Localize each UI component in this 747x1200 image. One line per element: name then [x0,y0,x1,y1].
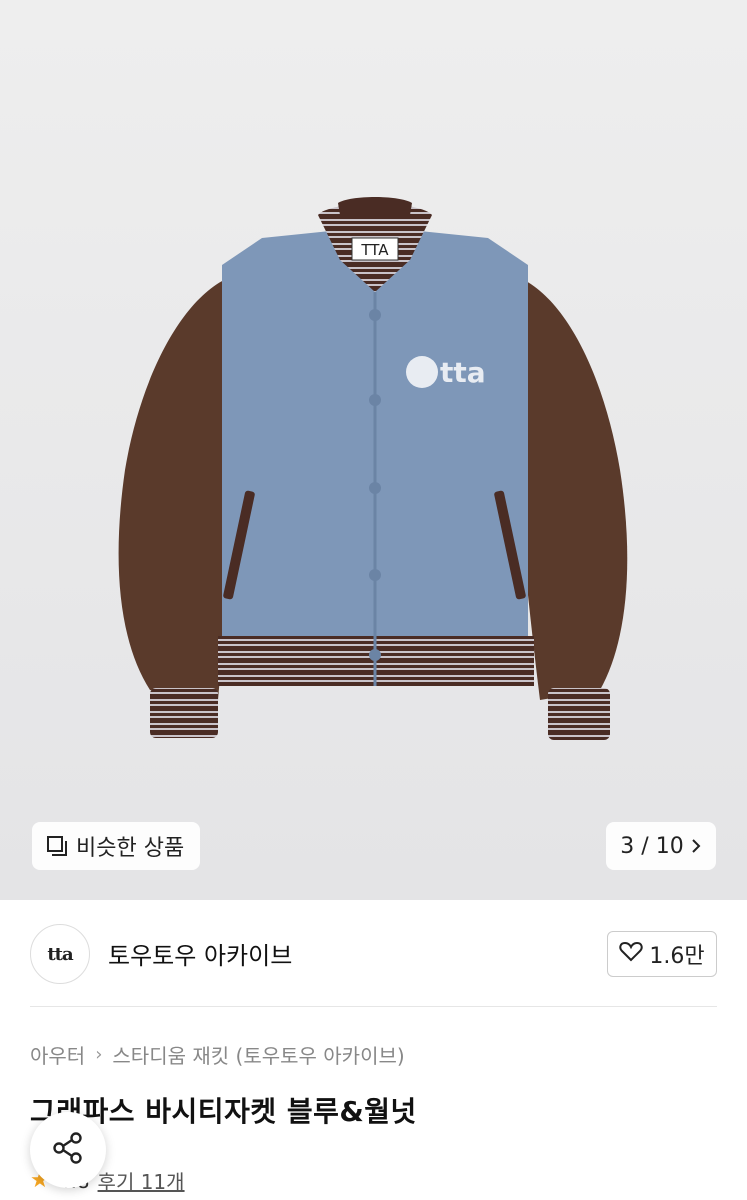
image-counter-button[interactable]: 3 / 10 [606,822,716,870]
review-count-link[interactable]: 후기 11개 [98,1166,185,1195]
copy-icon [46,835,68,857]
image-counter-text: 3 / 10 [620,833,684,859]
chevron-right-icon [690,838,702,854]
divider [30,1006,717,1007]
seller-name[interactable]: 토우토우 아카이브 [108,936,292,971]
chevron-right-icon: › [95,1044,103,1065]
seller-avatar[interactable]: tta [30,924,90,984]
breadcrumb-item-category[interactable]: 아우터 [30,1040,85,1069]
breadcrumb: 아우터 › 스타디움 재킷 (토우토우 아카이브) [30,1040,405,1069]
seller-avatar-text: tta [47,943,73,965]
like-count: 1.6만 [649,944,705,969]
similar-products-button[interactable]: 비슷한 상품 [32,822,200,870]
chest-logo-text: tta [440,356,486,389]
breadcrumb-item-subcategory[interactable]: 스타디움 재킷 (토우토우 아카이브) [112,1040,404,1069]
label-tag-text: TTA [360,241,389,259]
heart-icon [619,940,644,968]
similar-products-label: 비슷한 상품 [76,836,185,861]
share-icon [50,1130,86,1170]
product-image-gallery[interactable]: TTA tta 비슷한 상품 3 / 10 [0,0,747,900]
seller-row[interactable]: tta 토우토우 아카이브 1.6만 [0,900,747,1008]
product-image-jacket: TTA tta [118,197,628,740]
like-button[interactable]: 1.6만 [607,931,717,977]
share-button[interactable] [30,1112,106,1188]
